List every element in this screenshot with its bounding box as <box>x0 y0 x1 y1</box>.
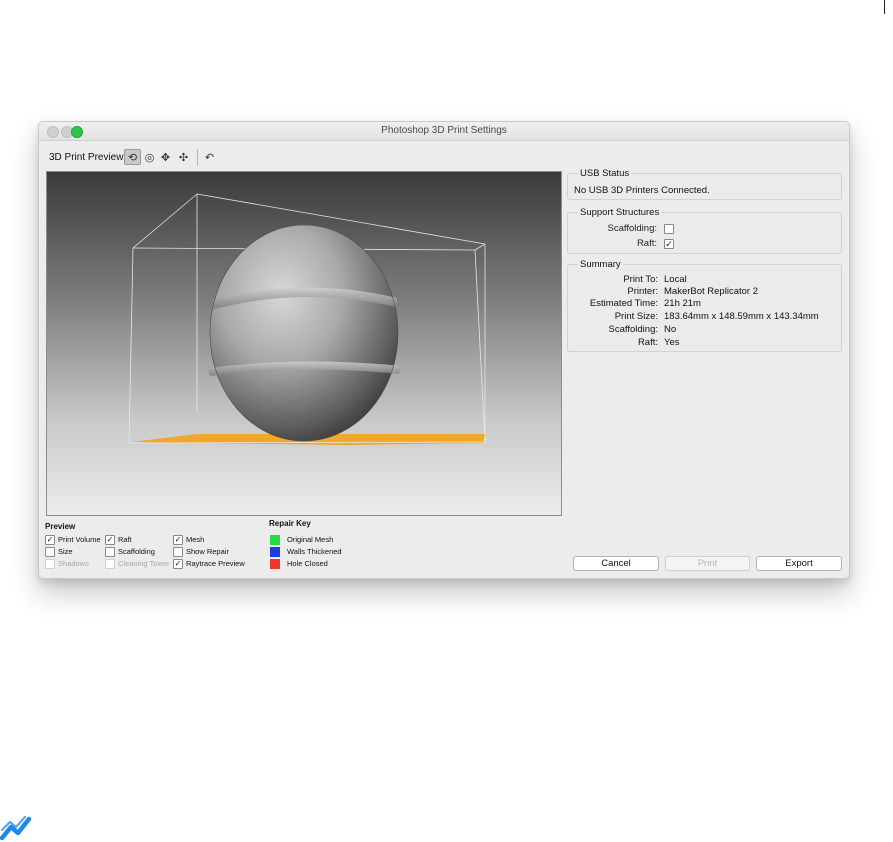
repair-key-title: Repair Key <box>269 519 311 528</box>
slide-icon[interactable]: ✣ <box>175 149 192 165</box>
preview-toolbar: 3D Print Preview ⟲ ◎ ✥ ✣ ↶ <box>39 146 849 168</box>
scaffolding-preview-checkbox[interactable] <box>105 547 115 558</box>
page-edge-rule <box>884 0 885 14</box>
hole-closed-swatch <box>270 559 280 570</box>
print-volume-checkbox[interactable]: ✓ <box>45 535 55 546</box>
size-checkbox[interactable] <box>45 547 55 558</box>
usb-status-title: USB Status <box>578 168 632 179</box>
original-mesh-swatch <box>270 535 280 546</box>
mesh-option[interactable]: ✓ Mesh <box>173 535 204 546</box>
mesh-checkbox[interactable]: ✓ <box>173 535 183 546</box>
3d-preview-viewport[interactable] <box>46 171 562 516</box>
support-structures-group: Support Structures Scaffolding: Raft: ✓ <box>567 207 842 254</box>
shadows-checkbox <box>45 559 55 570</box>
print-button: Print <box>665 556 750 571</box>
raytrace-preview-checkbox[interactable]: ✓ <box>173 559 183 570</box>
repair-key-walls-thickened: Walls Thickened <box>270 547 342 558</box>
scaffolding-checkbox[interactable] <box>664 224 674 234</box>
chart-logo-icon <box>0 815 32 841</box>
shadows-option: Shadows <box>45 559 89 570</box>
show-repair-option[interactable]: Show Repair <box>173 547 229 558</box>
rotate-scene-icon[interactable]: ⟲ <box>124 149 141 165</box>
print-volume-option[interactable]: ✓ Print Volume <box>45 535 101 546</box>
repair-key-hole-closed: Hole Closed <box>270 559 328 570</box>
cancel-button[interactable]: Cancel <box>573 556 659 571</box>
cleaning-tower-checkbox <box>105 559 115 570</box>
usb-status-message: No USB 3D Printers Connected. <box>574 185 710 196</box>
support-structures-title: Support Structures <box>578 207 662 218</box>
raft-checkbox[interactable]: ✓ <box>664 239 674 249</box>
summary-group: Summary Print To: Local Printer: MakerBo… <box>567 259 842 352</box>
walls-thickened-swatch <box>270 547 280 558</box>
show-repair-checkbox[interactable] <box>173 547 183 558</box>
reset-view-icon[interactable]: ↶ <box>201 149 218 165</box>
pan-icon[interactable]: ✥ <box>157 149 174 165</box>
window-title: Photoshop 3D Print Settings <box>381 125 507 136</box>
raft-option-label: Raft: <box>636 238 657 249</box>
summary-title: Summary <box>578 259 623 270</box>
roll-icon[interactable]: ◎ <box>141 149 158 165</box>
print-preview-scene <box>128 193 486 445</box>
scaffolding-preview-option[interactable]: Scaffolding <box>105 547 155 558</box>
title-bar[interactable]: Photoshop 3D Print Settings <box>39 122 849 141</box>
export-button[interactable]: Export <box>756 556 842 571</box>
preview-options-title: Preview <box>45 522 76 531</box>
sphere-mesh <box>208 224 401 442</box>
preview-toolbar-label: 3D Print Preview <box>49 152 124 163</box>
raytrace-preview-option[interactable]: ✓ Raytrace Preview <box>173 559 245 570</box>
raft-preview-checkbox[interactable]: ✓ <box>105 535 115 546</box>
print-settings-window: Photoshop 3D Print Settings 3D Print Pre… <box>38 121 850 579</box>
scaffolding-option-label: Scaffolding: <box>607 223 657 234</box>
raft-preview-option[interactable]: ✓ Raft <box>105 535 132 546</box>
usb-status-group: USB Status No USB 3D Printers Connected. <box>567 168 842 200</box>
repair-key-original-mesh: Original Mesh <box>270 535 333 546</box>
cleaning-tower-option: Cleaning Tower <box>105 559 170 570</box>
size-option[interactable]: Size <box>45 547 73 558</box>
toolbar-divider <box>197 149 198 166</box>
